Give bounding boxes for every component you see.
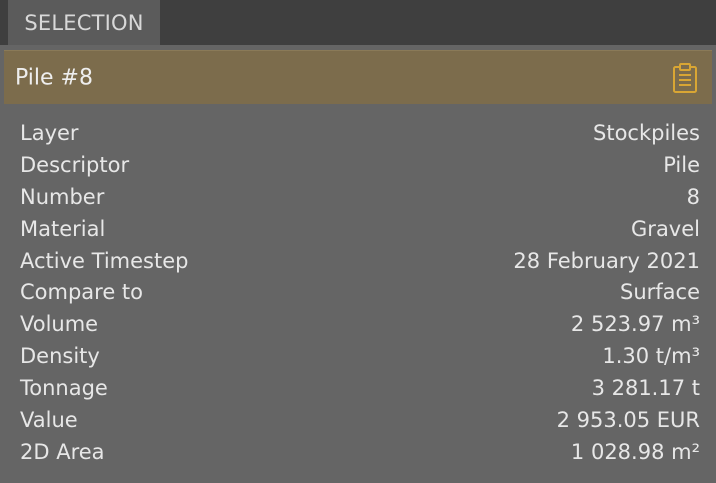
property-list: Layer Stockpiles Descriptor Pile Number 8 Mate…	[20, 117, 700, 468]
clipboard-icon[interactable]	[672, 62, 698, 94]
property-row: Material Gravel	[20, 213, 700, 245]
property-label: 2D Area	[20, 439, 105, 464]
property-value: 3 281.17 t	[591, 376, 700, 401]
property-value: 1.30 t/m³	[602, 344, 700, 369]
property-row: Active Timestep 28 February 2021	[20, 245, 700, 277]
property-row: Layer Stockpiles	[20, 117, 700, 149]
property-value: 28 February 2021	[513, 248, 700, 273]
property-label: Active Timestep	[20, 248, 189, 273]
property-label: Compare to	[20, 280, 144, 305]
property-row: Number 8	[20, 181, 700, 213]
property-value: 2 523.97 m³	[570, 312, 700, 337]
property-label: Descriptor	[20, 152, 130, 177]
selection-panel: Pile #8 Layer Stockpiles Descriptor Pile Num…	[0, 45, 716, 483]
selection-title: Pile #8	[15, 65, 93, 90]
property-value: Stockpiles	[593, 120, 700, 145]
property-value: Surface	[619, 280, 700, 305]
property-row: 2D Area 1 028.98 m²	[20, 436, 700, 468]
tab-selection[interactable]: SELECTION	[8, 0, 160, 45]
property-value: Gravel	[631, 216, 700, 241]
tab-bar: SELECTION	[0, 0, 716, 45]
property-row: Compare to Surface	[20, 276, 700, 308]
property-label: Tonnage	[20, 376, 108, 401]
property-value: Pile	[663, 152, 700, 177]
property-label: Volume	[20, 312, 99, 337]
property-row: Tonnage 3 281.17 t	[20, 372, 700, 404]
property-row: Value 2 953.05 EUR	[20, 404, 700, 436]
property-value: 8	[686, 184, 700, 209]
property-value: 2 953.05 EUR	[556, 407, 700, 432]
property-label: Layer	[20, 120, 79, 145]
property-row: Density 1.30 t/m³	[20, 340, 700, 372]
property-value: 1 028.98 m²	[570, 439, 700, 464]
property-label: Density	[20, 344, 100, 369]
selection-header: Pile #8	[4, 50, 712, 104]
property-row: Volume 2 523.97 m³	[20, 308, 700, 340]
property-label: Value	[20, 407, 78, 432]
property-label: Material	[20, 216, 106, 241]
property-row: Descriptor Pile	[20, 149, 700, 181]
property-label: Number	[20, 184, 105, 209]
